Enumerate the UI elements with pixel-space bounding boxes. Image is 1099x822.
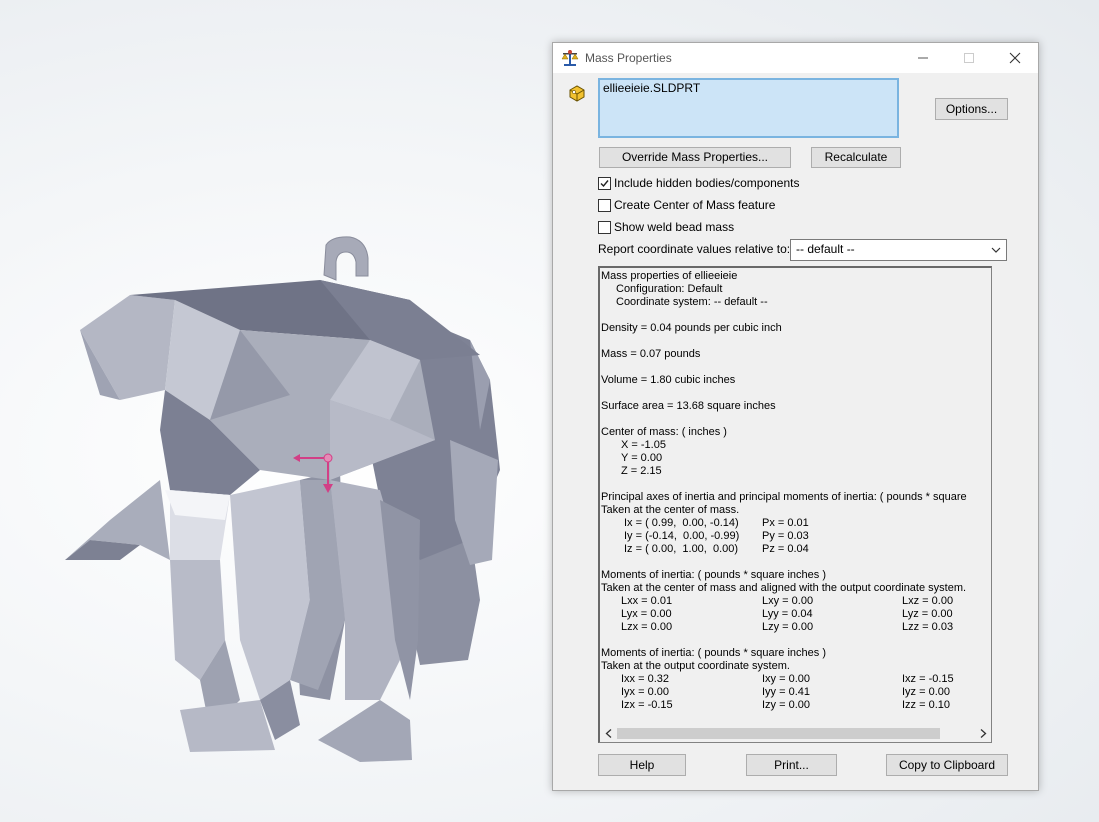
moment-iyx: Iyx = 0.00 [621, 686, 670, 698]
minimize-icon [918, 57, 928, 59]
coordinate-system-value: -- default -- [796, 242, 855, 256]
results-center-y: Y = 0.00 [621, 452, 663, 464]
title-bar[interactable]: Mass Properties [553, 43, 1038, 73]
elephant-model [65, 236, 500, 762]
include-hidden-label: Include hidden bodies/components [614, 176, 800, 190]
balance-scale-icon [561, 49, 579, 67]
results-principal-sub: Taken at the center of mass. [601, 504, 740, 516]
moment-iyz: Iyz = 0.00 [902, 686, 951, 698]
principal-axis-ix: Ix = ( 0.99, 0.00, -0.14) [624, 517, 739, 529]
maximize-icon [964, 53, 974, 63]
scroll-left-button[interactable] [600, 725, 617, 742]
results-moments2-title: Moments of inertia: ( pounds * square in… [601, 647, 827, 659]
chevron-down-icon [991, 247, 1001, 253]
principal-axis-iy: Iy = (-0.14, 0.00, -0.99) [624, 530, 740, 542]
moment-izy: Izy = 0.00 [762, 699, 811, 711]
coordinate-system-select[interactable]: -- default -- [790, 239, 1007, 261]
moment-izx: Izx = -0.15 [621, 699, 673, 711]
results-volume: Volume = 1.80 cubic inches [601, 374, 736, 386]
close-icon [1009, 52, 1021, 64]
results-header: Mass properties of ellieeieie [601, 270, 738, 282]
window-title: Mass Properties [585, 51, 672, 65]
results-text-area[interactable]: Mass properties of ellieeieie Configurat… [598, 266, 992, 743]
show-weld-bead-label: Show weld bead mass [614, 220, 735, 234]
moment-lzx: Lzx = 0.00 [621, 621, 673, 633]
principal-moment-py: Py = 0.03 [762, 530, 809, 542]
selected-file-name[interactable]: ellieeieie.SLDPRT [603, 81, 700, 95]
print-button[interactable]: Print... [746, 754, 837, 776]
moment-iyy: Iyy = 0.41 [762, 686, 811, 698]
moment-lyx: Lyx = 0.00 [621, 608, 672, 620]
moment-ixy: Ixy = 0.00 [762, 673, 811, 685]
results-moments2-sub: Taken at the output coordinate system. [601, 660, 790, 672]
include-hidden-checkbox[interactable] [598, 177, 611, 190]
moment-lzz: Lzz = 0.03 [902, 621, 954, 633]
part-icon [567, 83, 587, 103]
moment-lyy: Lyy = 0.04 [762, 608, 813, 620]
results-center-x: X = -1.05 [621, 439, 666, 451]
principal-axis-iz: Iz = ( 0.00, 1.00, 0.00) [624, 543, 739, 555]
chevron-left-icon [605, 729, 612, 738]
moment-izz: Izz = 0.10 [902, 699, 951, 711]
close-button[interactable] [992, 43, 1038, 73]
results-center-z: Z = 2.15 [621, 465, 662, 477]
maximize-button[interactable] [946, 43, 992, 73]
moment-lzy: Lzy = 0.00 [762, 621, 814, 633]
moment-ixz: Ixz = -0.15 [902, 673, 954, 685]
results-principal-title: Principal axes of inertia and principal … [601, 491, 967, 503]
copy-to-clipboard-button[interactable]: Copy to Clipboard [886, 754, 1008, 776]
moment-lxx: Lxx = 0.01 [621, 595, 673, 607]
results-density: Density = 0.04 pounds per cubic inch [601, 322, 782, 334]
results-moments1-sub: Taken at the center of mass and aligned … [601, 582, 967, 594]
chevron-right-icon [980, 729, 987, 738]
selected-items-list[interactable]: ellieeieie.SLDPRT [598, 78, 899, 138]
mass-properties-dialog: Mass Properties ellieeieie.SLDPRT Option… [552, 42, 1039, 791]
options-button[interactable]: Options... [935, 98, 1008, 120]
minimize-button[interactable] [900, 43, 946, 73]
principal-moment-px: Px = 0.01 [762, 517, 809, 529]
moment-ixx: Ixx = 0.32 [621, 673, 670, 685]
moment-lxy: Lxy = 0.00 [762, 595, 814, 607]
override-mass-properties-button[interactable]: Override Mass Properties... [599, 147, 791, 168]
create-center-of-mass-checkbox[interactable] [598, 199, 611, 212]
scroll-right-button[interactable] [975, 725, 991, 742]
create-center-of-mass-label: Create Center of Mass feature [614, 198, 776, 212]
results-moments1-title: Moments of inertia: ( pounds * square in… [601, 569, 827, 581]
checkmark-icon [600, 180, 609, 188]
report-relative-label: Report coordinate values relative to: [598, 242, 791, 256]
scrollbar-thumb[interactable] [617, 728, 940, 739]
results-surface-area: Surface area = 13.68 square inches [601, 400, 776, 412]
horizontal-scrollbar[interactable] [600, 725, 991, 742]
help-button[interactable]: Help [598, 754, 686, 776]
results-mass: Mass = 0.07 pounds [601, 348, 701, 360]
results-coordinate-system: Coordinate system: -- default -- [616, 296, 768, 308]
show-weld-bead-checkbox[interactable] [598, 221, 611, 234]
moment-lyz: Lyz = 0.00 [902, 608, 953, 620]
results-center-title: Center of mass: ( inches ) [601, 426, 727, 438]
results-configuration: Configuration: Default [616, 283, 723, 295]
principal-moment-pz: Pz = 0.04 [762, 543, 809, 555]
recalculate-button[interactable]: Recalculate [811, 147, 901, 168]
moment-lxz: Lxz = 0.00 [902, 595, 954, 607]
